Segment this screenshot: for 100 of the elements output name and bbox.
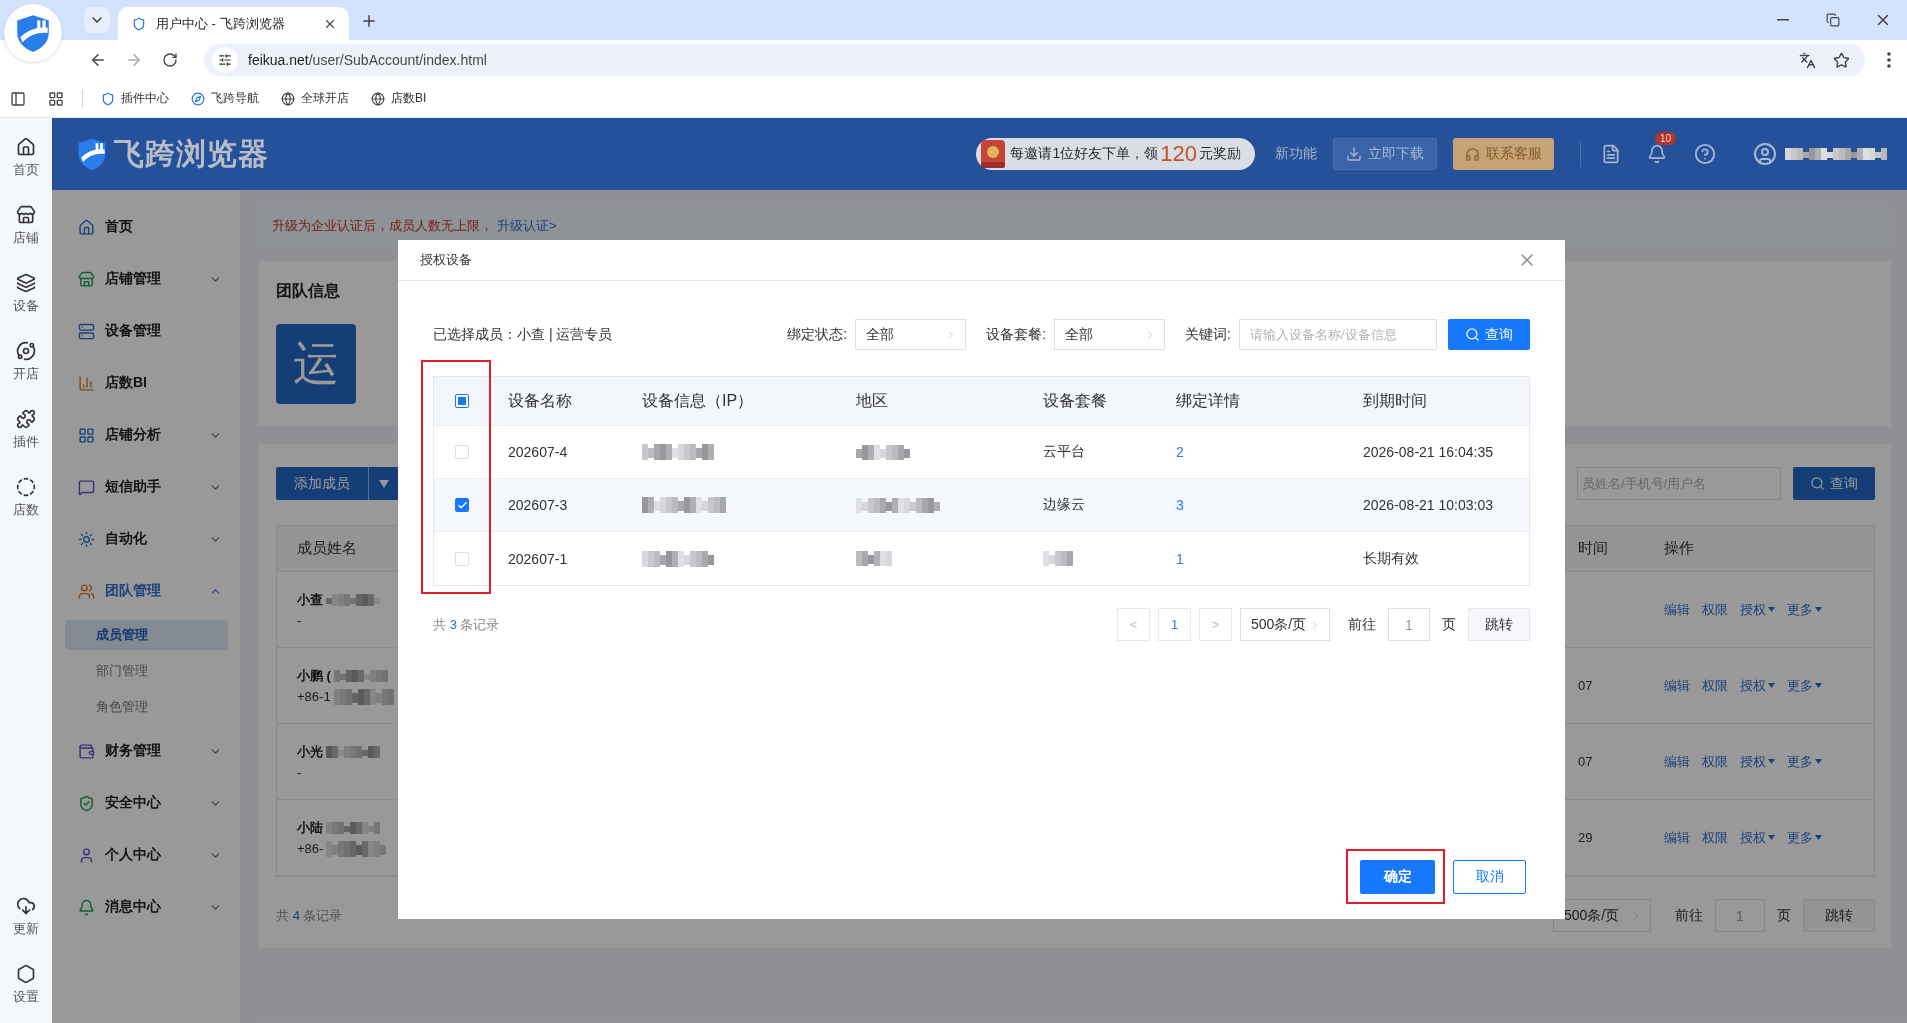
- help-button[interactable]: [1693, 142, 1717, 166]
- download-button[interactable]: 立即下载: [1333, 138, 1437, 170]
- new-features-link[interactable]: 新功能: [1275, 145, 1317, 163]
- action-link[interactable]: 权限: [1702, 828, 1728, 847]
- caret-icon: [379, 479, 389, 488]
- page-input[interactable]: 1: [1388, 608, 1430, 641]
- puzzle-icon: [16, 409, 36, 429]
- app-logo: 飞跨浏览器: [114, 135, 269, 172]
- rail-item[interactable]: 设备: [2, 266, 50, 322]
- envelope-icon: [980, 140, 1007, 168]
- sidebar-subitem[interactable]: 角色管理: [65, 692, 228, 722]
- sidebar-item[interactable]: 店铺管理: [52, 253, 240, 305]
- column-header: 设备套餐: [1043, 390, 1107, 411]
- address-bar[interactable]: feikua.net/user/SubAccount/index.html: [204, 44, 1865, 76]
- table-cell: 云平台: [1043, 443, 1085, 461]
- avatar-button[interactable]: [1753, 142, 1777, 166]
- rail-item[interactable]: 设置: [2, 957, 50, 1013]
- table-cell-text: 29: [1578, 830, 1594, 845]
- column-header: 设备信息（IP）: [642, 390, 754, 411]
- rail-item[interactable]: 开店: [2, 334, 50, 390]
- redacted-block: [326, 594, 380, 606]
- sidebar-item[interactable]: 设备管理: [52, 305, 240, 357]
- browser-tab[interactable]: 用户中心 - 飞跨浏览器: [118, 7, 349, 40]
- store-icon: [16, 205, 36, 225]
- action-link[interactable]: 编辑: [1664, 752, 1690, 771]
- grid-icon: [78, 426, 95, 444]
- sun-icon: [78, 530, 95, 548]
- action-link[interactable]: 更多: [1787, 676, 1822, 695]
- action-link[interactable]: 编辑: [1664, 600, 1690, 619]
- redacted-block: [326, 840, 387, 857]
- tab-list-button[interactable]: [84, 7, 110, 33]
- cancel-button[interactable]: 取消: [1453, 860, 1526, 894]
- action-link[interactable]: 授权: [1740, 752, 1775, 771]
- bookmark-link[interactable]: 飞跨导航: [187, 88, 263, 109]
- plus-icon: [360, 12, 378, 30]
- rail-item[interactable]: 店数: [2, 470, 50, 526]
- keyword-field[interactable]: 请输入设备名称/设备信息: [1239, 319, 1437, 350]
- star-icon: [1832, 51, 1850, 69]
- action-link[interactable]: 更多: [1787, 828, 1822, 847]
- support-button[interactable]: 联系客服: [1453, 138, 1554, 170]
- binding-count-link[interactable]: 1: [1176, 550, 1184, 567]
- row-checkbox[interactable]: [455, 498, 469, 512]
- search-button[interactable]: 查询: [1793, 467, 1875, 500]
- binding-count-link[interactable]: 3: [1176, 497, 1184, 513]
- action-link[interactable]: 权限: [1702, 752, 1728, 771]
- site-info-icon[interactable]: [212, 47, 238, 73]
- rail-item[interactable]: 更新: [2, 889, 50, 945]
- action-link[interactable]: 更多: [1787, 600, 1822, 619]
- column-header: 到期时间: [1363, 390, 1427, 411]
- page-size-select[interactable]: 500条/页: [1553, 899, 1651, 932]
- table-cell: 2026-08-21 16:04:35: [1363, 444, 1493, 460]
- home-icon: [16, 137, 36, 157]
- search-icon: [1810, 476, 1825, 491]
- action-link[interactable]: 授权: [1740, 828, 1775, 847]
- sidebar-item[interactable]: 首页: [52, 201, 240, 253]
- action-link[interactable]: 编辑: [1664, 676, 1690, 695]
- search-button[interactable]: 查询: [1448, 319, 1530, 350]
- shield-icon: [78, 794, 95, 812]
- action-link[interactable]: 权限: [1702, 676, 1728, 695]
- sidebar-item[interactable]: 店数BI: [52, 357, 240, 409]
- page-input[interactable]: 1: [1715, 899, 1765, 932]
- bookmark-link[interactable]: 插件中心: [97, 88, 173, 109]
- bookmark-link[interactable]: 店数BI: [367, 88, 431, 109]
- redacted-block: [333, 688, 394, 705]
- circle-icon: [16, 477, 36, 497]
- page-button[interactable]: 1: [1158, 608, 1191, 641]
- filter-select[interactable]: 全部: [855, 319, 967, 350]
- action-link[interactable]: 编辑: [1664, 828, 1690, 847]
- upgrade-link[interactable]: 升级认证>: [497, 217, 557, 235]
- rail-item[interactable]: 店铺: [2, 198, 50, 254]
- record-count: 共 4 条记录: [276, 906, 343, 925]
- jump-button[interactable]: 跳转: [1803, 899, 1875, 932]
- sidebar-item[interactable]: 财务管理: [52, 725, 240, 777]
- sidebar-item[interactable]: 短信助手: [52, 461, 240, 513]
- settings-icon: [16, 964, 36, 984]
- avatar-icon: [1753, 142, 1777, 166]
- filter-select[interactable]: 全部: [1054, 319, 1166, 350]
- page-size-select[interactable]: 500条/页: [1240, 608, 1330, 641]
- select-all-checkbox[interactable]: [455, 394, 469, 408]
- rail-item[interactable]: 首页: [2, 130, 50, 186]
- sidebar-subitem[interactable]: 成员管理: [65, 620, 228, 650]
- table-cell: 长期有效: [1363, 549, 1419, 568]
- jump-button[interactable]: 跳转: [1468, 608, 1530, 641]
- sidebar-subitem[interactable]: 部门管理: [65, 656, 228, 686]
- binding-count-link[interactable]: 2: [1176, 444, 1184, 460]
- search-icon: [1465, 327, 1480, 342]
- action-link[interactable]: 权限: [1702, 600, 1728, 619]
- sidebar-item[interactable]: 个人中心: [52, 829, 240, 881]
- bookmark-link[interactable]: 全球开店: [277, 88, 353, 109]
- rail-item[interactable]: 插件: [2, 402, 50, 458]
- sidebar-item[interactable]: 店铺分析: [52, 409, 240, 461]
- sidebar-item[interactable]: 消息中心: [52, 881, 240, 933]
- table-cell-text: 07: [1578, 754, 1594, 769]
- action-link[interactable]: 授权: [1740, 676, 1775, 695]
- confirm-button[interactable]: 确定: [1360, 860, 1435, 894]
- sidebar-item[interactable]: 自动化: [52, 513, 240, 565]
- sidebar-item[interactable]: 安全中心: [52, 777, 240, 829]
- sidebar-item[interactable]: 团队管理: [52, 565, 240, 617]
- action-link[interactable]: 更多: [1787, 752, 1822, 771]
- action-link[interactable]: 授权: [1740, 600, 1775, 619]
